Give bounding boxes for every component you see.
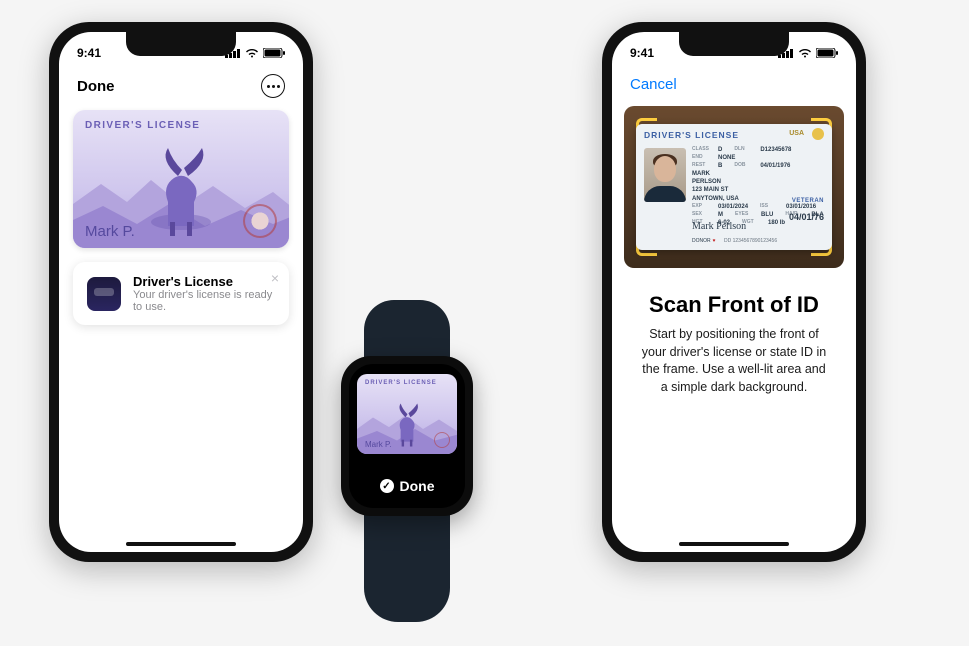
- cancel-button[interactable]: Cancel: [630, 76, 677, 93]
- device-notch: [679, 32, 789, 56]
- scan-heading: Scan Front of ID: [612, 292, 856, 318]
- watch-done-button[interactable]: ✓ Done: [349, 478, 465, 494]
- wallet-app-icon: [87, 277, 121, 311]
- watch-license-card[interactable]: DRIVER'S LICENSE Mark P.: [357, 374, 457, 454]
- card-holder-name: Mark P.: [85, 223, 135, 240]
- heart-icon: ♥: [713, 238, 716, 244]
- drivers-license-card[interactable]: DRIVER'S LICENSE Mark P.: [73, 110, 289, 248]
- scan-screen: 9:41 Cancel DRIVER'S LICENSE USA CLASSD: [612, 32, 856, 552]
- wifi-icon: [245, 48, 259, 58]
- watch-done-label: Done: [400, 478, 435, 494]
- bighorn-sheep-icon: [138, 146, 224, 242]
- license-ready-notification[interactable]: Driver's License Your driver's license i…: [73, 262, 289, 325]
- id-big-date: 04/01/76: [789, 212, 824, 222]
- id-dd: DD 1234567890123456: [724, 238, 777, 244]
- id-signature: Mark Perlson: [692, 221, 746, 232]
- watch-card-name: Mark P.: [365, 440, 392, 449]
- id-donor: DONOR♥: [692, 238, 718, 244]
- notification-title: Driver's License: [133, 274, 275, 289]
- seal-icon: [434, 432, 450, 448]
- watch-band: [364, 300, 450, 360]
- real-id-star-icon: [812, 128, 824, 140]
- notification-subtitle: Your driver's license is ready to use.: [133, 289, 275, 313]
- apple-watch-device: DRIVER'S LICENSE Mark P. ✓ Done: [327, 338, 487, 534]
- status-icons: [225, 48, 285, 58]
- done-button[interactable]: Done: [77, 78, 115, 95]
- wifi-icon: [798, 48, 812, 58]
- watch-card-title: DRIVER'S LICENSE: [365, 380, 437, 386]
- scan-instructions: Start by positioning the front of your d…: [638, 326, 830, 396]
- home-indicator[interactable]: [679, 542, 789, 546]
- close-icon[interactable]: ×: [271, 270, 279, 286]
- status-time: 9:41: [77, 46, 101, 60]
- wallet-screen: 9:41 Done: [59, 32, 303, 552]
- wallet-header: Done: [59, 74, 303, 98]
- watch-screen: DRIVER'S LICENSE Mark P. ✓ Done: [349, 364, 465, 508]
- battery-icon: [263, 48, 285, 58]
- scanned-id-card: DRIVER'S LICENSE USA CLASSD DLND12345678…: [636, 124, 832, 250]
- id-veteran-badge: VETERAN: [792, 198, 824, 204]
- status-icons: [778, 48, 838, 58]
- iphone-scan-device: 9:41 Cancel DRIVER'S LICENSE USA CLASSD: [602, 22, 866, 562]
- id-photo: [644, 148, 686, 202]
- iphone-wallet-device: 9:41 Done: [49, 22, 313, 562]
- camera-scan-frame[interactable]: DRIVER'S LICENSE USA CLASSD DLND12345678…: [624, 106, 844, 268]
- watch-case: DRIVER'S LICENSE Mark P. ✓ Done: [341, 356, 473, 516]
- device-notch: [126, 32, 236, 56]
- home-indicator[interactable]: [126, 542, 236, 546]
- more-button[interactable]: [261, 74, 285, 98]
- card-title: DRIVER'S LICENSE: [85, 120, 200, 131]
- watch-band: [364, 502, 450, 622]
- battery-icon: [816, 48, 838, 58]
- seal-icon: [243, 204, 277, 238]
- checkmark-icon: ✓: [380, 479, 394, 493]
- bighorn-sheep-icon: [386, 402, 428, 450]
- id-country: USA: [789, 130, 804, 137]
- status-time: 9:41: [630, 46, 654, 60]
